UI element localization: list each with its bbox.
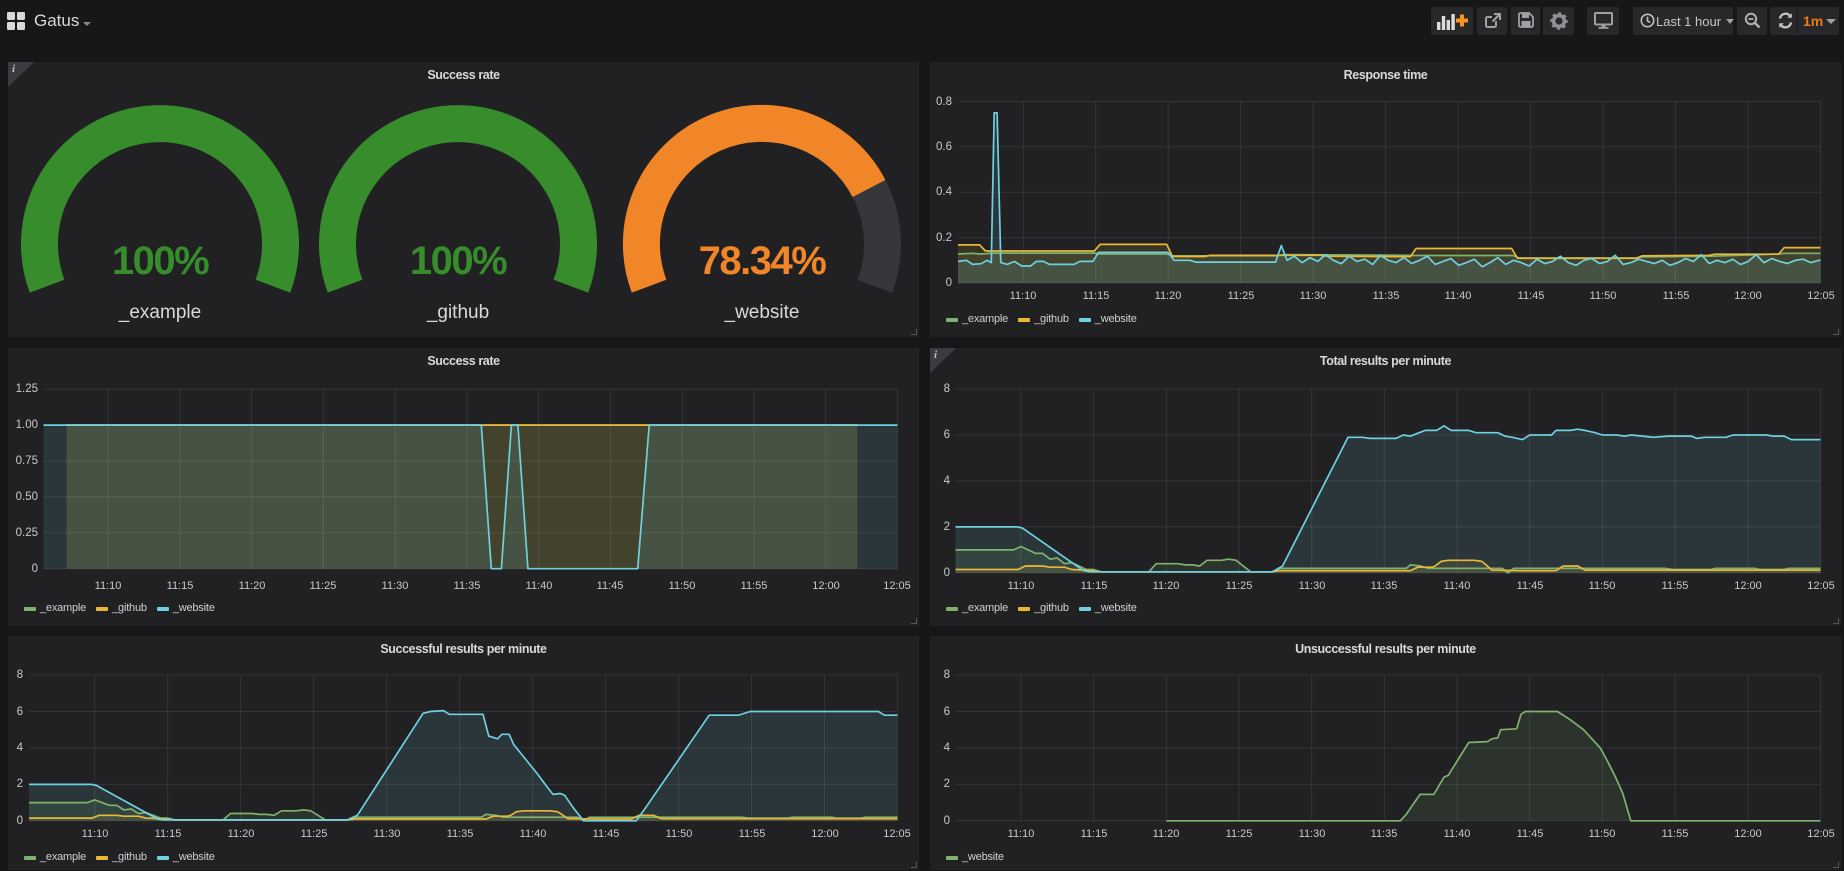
svg-text:78.34%: 78.34% [699, 239, 827, 283]
svg-text:_github: _github [426, 302, 489, 323]
svg-text:_example: _example [118, 302, 201, 323]
svg-text:100%: 100% [410, 239, 507, 283]
svg-text:100%: 100% [112, 239, 209, 283]
svg-text:_website: _website [724, 302, 800, 323]
